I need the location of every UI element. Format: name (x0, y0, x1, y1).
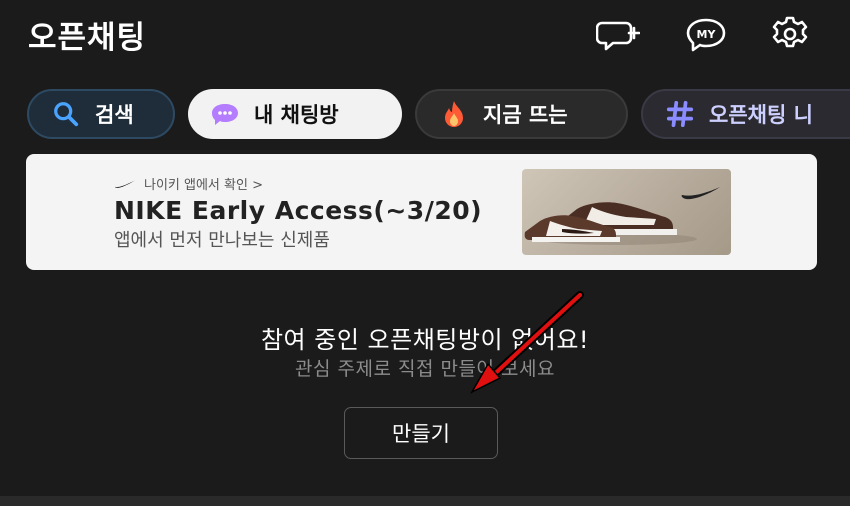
my-label: MY (697, 28, 717, 41)
chip-search[interactable]: 검색 (27, 89, 175, 139)
empty-state-subtitle: 관심 주제로 직접 만들어 보세요 (295, 358, 555, 380)
nike-swoosh-icon (114, 179, 136, 188)
ad-subtext: 앱에서 먼저 만나보는 신제품 (114, 230, 330, 251)
ad-headline: NIKE Early Access(~3/20) (114, 196, 483, 225)
fire-icon (439, 99, 469, 129)
chip-trending[interactable]: 지금 뜨는 (415, 89, 628, 139)
create-chatroom-button[interactable]: 만들기 (344, 407, 498, 459)
chip-label: 지금 뜨는 (483, 103, 568, 127)
my-profile-icon[interactable]: MY (684, 14, 728, 54)
chip-label: 검색 (95, 103, 134, 127)
chip-hashtag[interactable]: 오픈채팅 니 (641, 89, 850, 139)
chip-label: 내 채팅방 (254, 103, 339, 127)
nike-ad-banner[interactable]: 나이키 앱에서 확인 > NIKE Early Access(~3/20) 앱에… (26, 154, 817, 270)
settings-gear-icon[interactable] (768, 14, 812, 54)
chat-bubble-icon (210, 99, 240, 129)
hashtag-icon (665, 99, 695, 129)
empty-state-title: 참여 중인 오픈채팅방이 없어요! (260, 326, 590, 354)
chat-add-icon[interactable] (595, 14, 641, 54)
ad-source[interactable]: 나이키 앱에서 확인 > (114, 174, 263, 193)
search-icon (51, 99, 81, 129)
sneaker-image (522, 169, 731, 255)
bottom-bar (0, 496, 850, 506)
category-chips: 검색 내 채팅방 지금 뜨는 오픈채팅 니 (0, 89, 850, 141)
ad-source-label: 나이키 앱에서 확인 > (144, 178, 263, 193)
app-header: 오픈채팅 MY (0, 0, 850, 75)
page-title: 오픈채팅 (28, 20, 147, 56)
chip-my-chatrooms[interactable]: 내 채팅방 (188, 89, 402, 139)
chip-label: 오픈채팅 니 (709, 103, 813, 127)
